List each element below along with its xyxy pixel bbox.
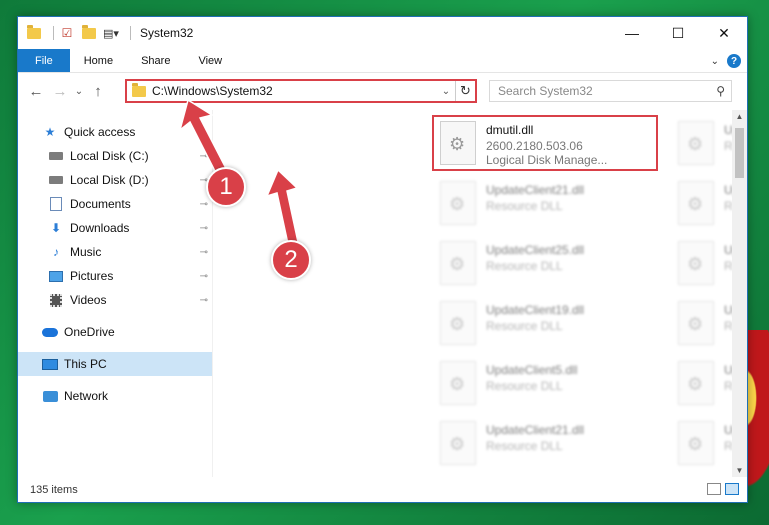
arrow-2 [265, 168, 299, 245]
annotation-arrows [178, 98, 299, 245]
step-1-badge: 1 [206, 167, 246, 207]
step-2-badge: 2 [271, 240, 311, 280]
